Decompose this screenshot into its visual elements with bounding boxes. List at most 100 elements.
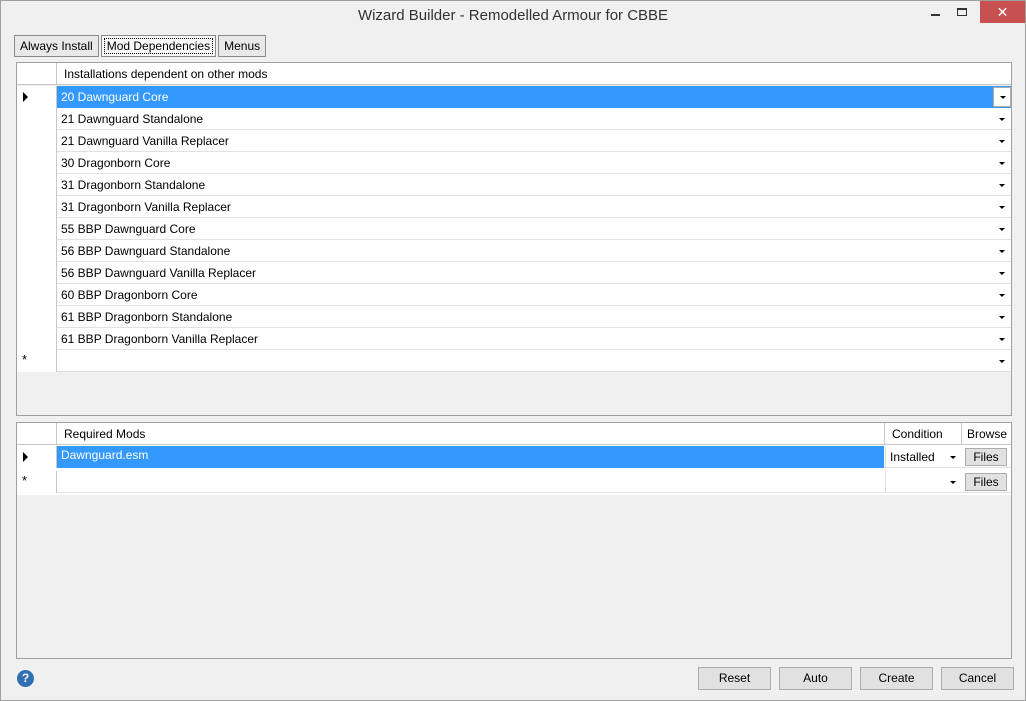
installation-select[interactable]: 30 Dragonborn Core <box>57 152 993 174</box>
chevron-down-icon <box>950 456 956 459</box>
condition-column-header[interactable]: Condition <box>892 427 943 441</box>
installation-value: 56 BBP Dawnguard Standalone <box>61 244 231 258</box>
files-button[interactable]: Files <box>965 473 1007 491</box>
installation-value: 20 Dawnguard Core <box>61 90 169 104</box>
help-icon[interactable]: ? <box>17 670 34 687</box>
row-header[interactable]: * <box>17 350 57 372</box>
chevron-down-icon <box>950 481 956 484</box>
condition-select[interactable] <box>885 471 961 493</box>
tab-mod-dependencies[interactable]: Mod Dependencies <box>100 35 217 57</box>
chevron-down-icon[interactable] <box>999 228 1005 231</box>
browse-column-header[interactable]: Browse <box>967 427 1007 441</box>
condition-select[interactable]: Installed <box>885 446 961 468</box>
chevron-down-icon[interactable] <box>999 184 1005 187</box>
installation-value: 61 BBP Dragonborn Standalone <box>61 310 233 324</box>
installations-grid-header: Installations dependent on other mods <box>17 63 1011 85</box>
wizard-builder-window: Wizard Builder - Remodelled Armour for C… <box>0 0 1026 701</box>
row-header[interactable] <box>17 218 57 240</box>
installations-grid: Installations dependent on other mods 20… <box>16 62 1012 416</box>
table-row[interactable]: 21 Dawnguard Standalone <box>17 108 1011 130</box>
chevron-down-icon[interactable] <box>999 272 1005 275</box>
installation-select[interactable]: 61 BBP Dragonborn Vanilla Replacer <box>57 328 993 350</box>
installation-value: 31 Dragonborn Standalone <box>61 178 206 192</box>
installation-select[interactable]: 56 BBP Dawnguard Vanilla Replacer <box>57 262 993 284</box>
chevron-down-icon[interactable] <box>999 140 1005 143</box>
installation-value: 61 BBP Dragonborn Vanilla Replacer <box>61 332 259 346</box>
current-row-arrow-icon <box>23 92 28 102</box>
new-row-icon: * <box>22 473 28 488</box>
installation-select[interactable]: 55 BBP Dawnguard Core <box>57 218 993 240</box>
installation-value: 21 Dawnguard Vanilla Replacer <box>61 134 229 148</box>
table-row[interactable]: 60 BBP Dragonborn Core <box>17 284 1011 306</box>
table-row[interactable]: 61 BBP Dragonborn Vanilla Replacer <box>17 328 1011 350</box>
installation-select[interactable]: 61 BBP Dragonborn Standalone <box>57 306 993 328</box>
installation-select[interactable]: 31 Dragonborn Standalone <box>57 174 993 196</box>
installation-value: 30 Dragonborn Core <box>61 156 171 170</box>
row-header[interactable] <box>17 446 57 468</box>
chevron-down-icon[interactable] <box>999 162 1005 165</box>
required-mods-column-header[interactable]: Required Mods <box>64 427 145 441</box>
installations-column-header[interactable]: Installations dependent on other mods <box>64 67 267 81</box>
new-row-icon: * <box>22 352 28 367</box>
chevron-down-icon[interactable] <box>999 316 1005 319</box>
table-row[interactable]: 31 Dragonborn Standalone <box>17 174 1011 196</box>
row-header[interactable] <box>17 284 57 306</box>
table-row[interactable]: Dawnguard.esm Installed Files <box>17 446 1011 468</box>
installation-select[interactable]: 21 Dawnguard Vanilla Replacer <box>57 130 993 152</box>
tab-menus[interactable]: Menus <box>218 35 267 57</box>
create-button[interactable]: Create <box>860 667 933 690</box>
maximize-icon <box>957 8 967 16</box>
minimize-button[interactable] <box>922 1 948 23</box>
chevron-down-icon[interactable] <box>999 338 1005 341</box>
installation-select[interactable]: 21 Dawnguard Standalone <box>57 108 993 130</box>
cancel-button[interactable]: Cancel <box>941 667 1014 690</box>
row-header[interactable] <box>17 328 57 350</box>
chevron-down-icon[interactable] <box>999 206 1005 209</box>
new-row[interactable]: * <box>17 350 1011 372</box>
installation-value: 56 BBP Dawnguard Vanilla Replacer <box>61 266 257 280</box>
chevron-down-icon[interactable] <box>999 294 1005 297</box>
new-row[interactable]: * Files <box>17 471 1011 493</box>
row-header[interactable] <box>17 174 57 196</box>
table-row[interactable]: 21 Dawnguard Vanilla Replacer <box>17 130 1011 152</box>
table-row[interactable]: 31 Dragonborn Vanilla Replacer <box>17 196 1011 218</box>
installation-select[interactable]: 60 BBP Dragonborn Core <box>57 284 993 306</box>
chevron-down-icon[interactable] <box>999 360 1005 363</box>
installation-select[interactable]: 31 Dragonborn Vanilla Replacer <box>57 196 993 218</box>
installation-select[interactable]: 20 Dawnguard Core <box>57 86 1011 108</box>
row-header[interactable] <box>17 86 57 108</box>
row-header[interactable] <box>17 240 57 262</box>
required-mod-cell[interactable] <box>57 471 884 493</box>
minimize-icon <box>930 14 940 16</box>
row-header[interactable] <box>17 108 57 130</box>
maximize-button[interactable] <box>949 1 975 23</box>
table-row[interactable]: 61 BBP Dragonborn Standalone <box>17 306 1011 328</box>
chevron-down-icon[interactable] <box>999 250 1005 253</box>
chevron-down-icon[interactable] <box>999 118 1005 121</box>
table-row[interactable]: 56 BBP Dawnguard Vanilla Replacer <box>17 262 1011 284</box>
current-row-arrow-icon <box>23 452 28 462</box>
table-row[interactable]: 30 Dragonborn Core <box>17 152 1011 174</box>
files-button[interactable]: Files <box>965 448 1007 466</box>
close-icon: ✕ <box>996 4 1009 20</box>
close-button[interactable]: ✕ <box>980 1 1025 23</box>
table-row[interactable]: 55 BBP Dawnguard Core <box>17 218 1011 240</box>
row-header[interactable]: * <box>17 471 57 493</box>
installation-value: 55 BBP Dawnguard Core <box>61 222 196 236</box>
required-mod-cell[interactable]: Dawnguard.esm <box>57 446 884 468</box>
installation-select[interactable]: 56 BBP Dawnguard Standalone <box>57 240 993 262</box>
table-row[interactable]: 20 Dawnguard Core <box>17 86 1011 108</box>
auto-button[interactable]: Auto <box>779 667 852 690</box>
row-header[interactable] <box>17 196 57 218</box>
table-row[interactable]: 56 BBP Dawnguard Standalone <box>17 240 1011 262</box>
reset-button[interactable]: Reset <box>698 667 771 690</box>
tab-always-install[interactable]: Always Install <box>14 35 99 57</box>
row-header[interactable] <box>17 130 57 152</box>
installation-value: 31 Dragonborn Vanilla Replacer <box>61 200 231 214</box>
title-bar[interactable]: Wizard Builder - Remodelled Armour for C… <box>1 1 1025 31</box>
row-header[interactable] <box>17 152 57 174</box>
row-header[interactable] <box>17 306 57 328</box>
dropdown-button[interactable] <box>993 87 1011 107</box>
column-divider <box>884 423 885 445</box>
row-header[interactable] <box>17 262 57 284</box>
